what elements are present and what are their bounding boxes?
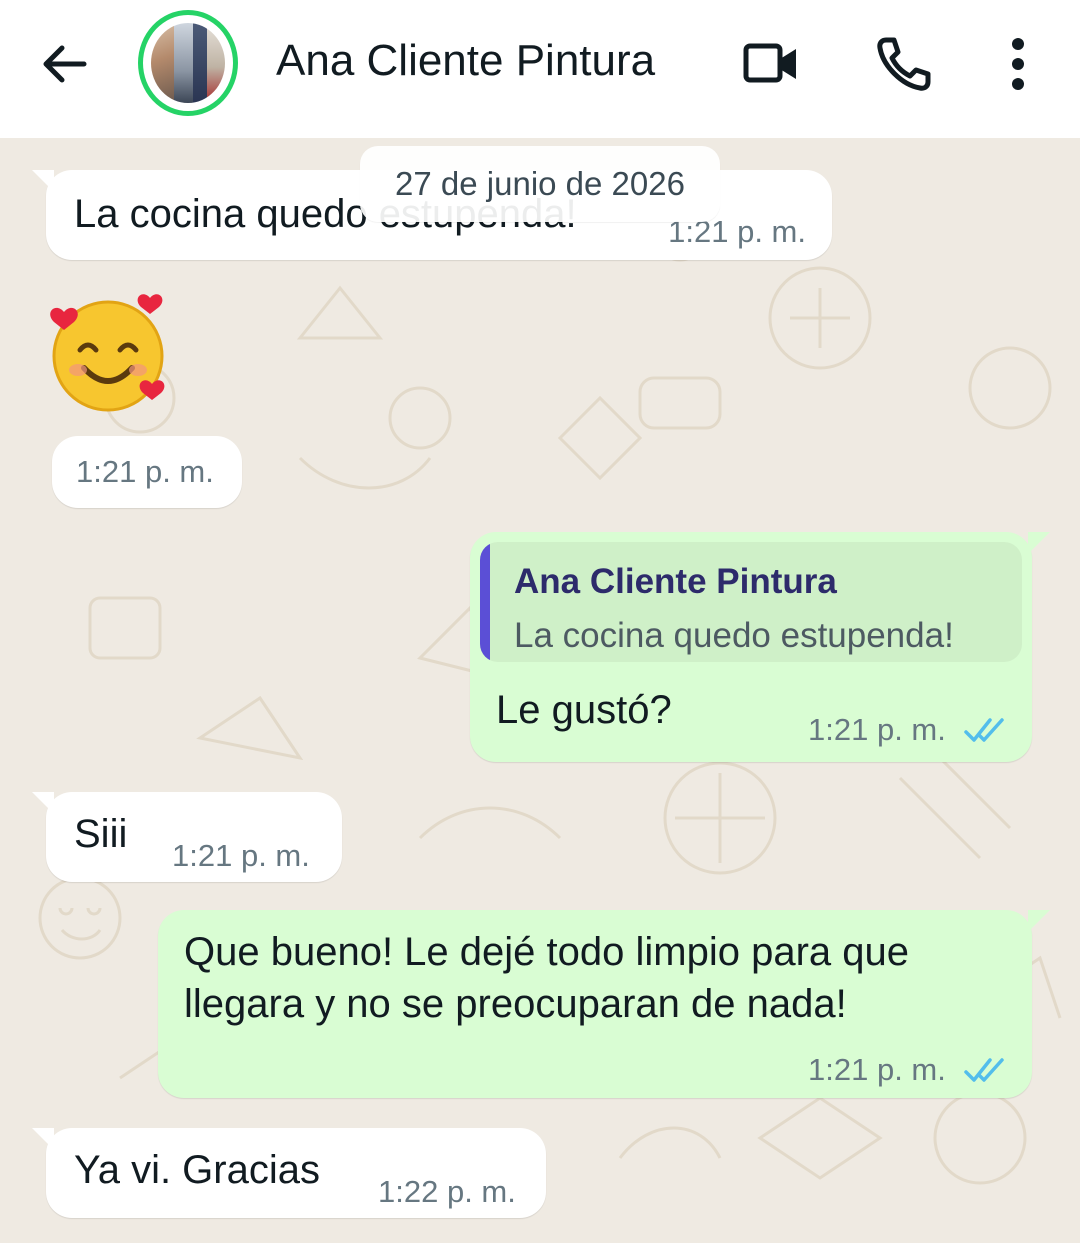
message-bubble-incoming[interactable]: Siii 1:21 p. m. — [32, 792, 342, 882]
message-time: 1:21 p. m. — [808, 1052, 946, 1087]
chat-header: Ana Cliente Pintura — [0, 0, 1080, 138]
back-arrow-icon[interactable] — [36, 34, 96, 94]
quoted-text: La cocina quedo estupenda! — [514, 616, 954, 655]
message-time: 1:21 p. m. — [172, 838, 310, 873]
message-time: 1:21 p. m. — [76, 454, 214, 489]
contact-name[interactable]: Ana Cliente Pintura — [276, 36, 655, 86]
quoted-message[interactable]: Ana Cliente Pintura La cocina quedo estu… — [480, 542, 1022, 662]
read-receipt-icon — [964, 718, 1004, 742]
message-bubble-outgoing[interactable]: Que bueno! Le dejé todo limpio para que … — [158, 910, 1050, 1098]
video-call-icon[interactable] — [738, 32, 802, 96]
date-separator: 27 de junio de 2026 — [360, 146, 720, 222]
message-time: 1:21 p. m. — [808, 712, 946, 747]
message-bubble-outgoing[interactable]: Ana Cliente Pintura La cocina quedo estu… — [470, 532, 1050, 762]
message-text: Le gustó? — [496, 688, 672, 732]
message-text: Siii — [74, 812, 128, 856]
message-bubble-incoming[interactable]: Ya vi. Gracias 1:22 p. m. — [32, 1128, 546, 1218]
message-text-line: llegara y no se preocuparan de nada! — [184, 982, 847, 1026]
avatar[interactable] — [138, 10, 238, 116]
message-text-line: Que bueno! Le dejé todo limpio para que — [184, 930, 909, 974]
read-receipt-icon — [964, 1058, 1004, 1082]
more-vert-icon[interactable] — [988, 32, 1052, 96]
avatar-photo — [151, 23, 225, 103]
quoted-sender-name: Ana Cliente Pintura — [514, 562, 837, 601]
message-text: Ya vi. Gracias — [74, 1148, 320, 1192]
message-time: 1:22 p. m. — [378, 1174, 516, 1209]
message-time-bubble[interactable]: 1:21 p. m. — [52, 436, 242, 508]
chat-area[interactable]: La cocina quedo estupenda! 1:21 p. m. 27… — [0, 138, 1080, 1243]
smiling-face-with-hearts-icon — [50, 294, 165, 412]
phone-call-icon[interactable] — [872, 32, 936, 96]
